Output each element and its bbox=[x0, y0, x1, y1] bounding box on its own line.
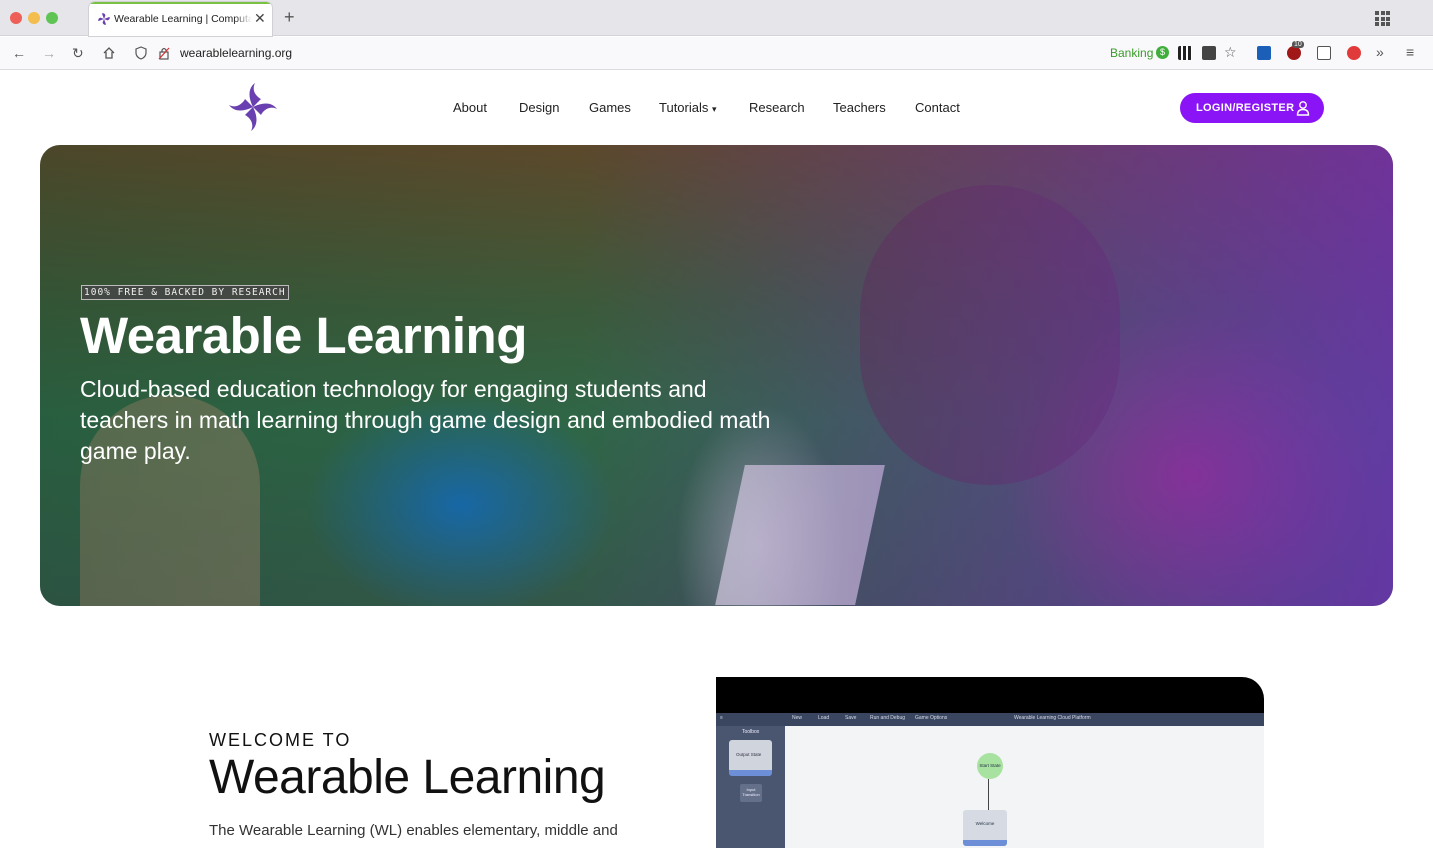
site-favicon-icon bbox=[98, 13, 110, 25]
welcome-kicker: WELCOME TO bbox=[209, 730, 352, 750]
tomato-extension-icon[interactable] bbox=[1347, 46, 1361, 60]
translate-extension-icon[interactable] bbox=[1202, 46, 1216, 60]
reader-extension-icon[interactable] bbox=[1317, 46, 1331, 60]
tab-close-icon[interactable]: ✕ bbox=[254, 10, 266, 27]
nav-tutorials-label: Tutorials bbox=[659, 100, 709, 115]
nav-about[interactable]: About bbox=[453, 100, 487, 115]
bookmark-star-icon[interactable]: ☆ bbox=[1224, 44, 1237, 60]
ublock-extension-icon[interactable] bbox=[1287, 46, 1301, 60]
apps-grid-icon[interactable] bbox=[1375, 11, 1390, 26]
window-zoom-button[interactable] bbox=[46, 12, 58, 24]
reload-icon[interactable]: ↻ bbox=[72, 45, 84, 61]
tab-accent-line bbox=[89, 2, 272, 4]
preview-input-transition-card: Input Transition bbox=[740, 784, 762, 802]
banking-label[interactable]: Banking bbox=[1110, 46, 1153, 60]
shield-icon[interactable] bbox=[135, 46, 147, 60]
browser-tab-active[interactable]: Wearable Learning | Computational Thinki… bbox=[89, 2, 272, 36]
preview-menu-options: Game Options bbox=[915, 715, 948, 721]
preview-menu-load: Load bbox=[818, 715, 830, 721]
hero-badge: 100% FREE & BACKED BY RESEARCH bbox=[81, 285, 289, 300]
forward-arrow-icon[interactable]: → bbox=[42, 45, 56, 61]
preview-menu-icon: ≡ bbox=[720, 715, 723, 721]
new-tab-icon[interactable]: + bbox=[284, 7, 295, 28]
nav-design[interactable]: Design bbox=[519, 100, 559, 115]
welcome-title: Wearable Learning bbox=[209, 751, 606, 804]
app-preview-screenshot: ≡ New Load Save Run and Debug Game Optio… bbox=[716, 677, 1264, 848]
extension-badge-count: 10 bbox=[1292, 41, 1304, 48]
welcome-body: The Wearable Learning (WL) enables eleme… bbox=[209, 822, 618, 839]
user-icon bbox=[1296, 101, 1310, 116]
insecure-lock-icon[interactable] bbox=[158, 46, 170, 60]
preview-canvas: Start State Welcome bbox=[785, 726, 1264, 848]
preview-connector bbox=[988, 779, 989, 810]
preview-toolbox: Toolbox Output State Input Transition bbox=[716, 726, 785, 848]
login-register-button[interactable]: LOGIN/REGISTER bbox=[1180, 93, 1324, 123]
preview-output-state-card: Output State bbox=[729, 740, 772, 776]
preview-app-title: Wearable Learning Cloud Platform bbox=[1014, 715, 1091, 721]
preview-start-node: Start State bbox=[977, 753, 1003, 779]
preview-welcome-node: Welcome bbox=[963, 810, 1007, 846]
nav-teachers[interactable]: Teachers bbox=[833, 100, 886, 115]
back-arrow-icon[interactable]: ← bbox=[12, 45, 26, 61]
home-icon[interactable] bbox=[102, 46, 116, 60]
nav-games[interactable]: Games bbox=[589, 100, 631, 115]
nav-research[interactable]: Research bbox=[749, 100, 805, 115]
pocket-extension-icon[interactable] bbox=[1257, 46, 1271, 60]
overflow-chevrons-icon[interactable]: » bbox=[1376, 44, 1384, 60]
banking-badge: $ bbox=[1156, 46, 1169, 59]
window-minimize-button[interactable] bbox=[28, 12, 40, 24]
hamburger-menu-icon[interactable]: ≡ bbox=[1406, 44, 1414, 60]
url-bar[interactable]: wearablelearning.org bbox=[180, 46, 292, 60]
site-logo[interactable] bbox=[226, 80, 280, 134]
window-close-button[interactable] bbox=[10, 12, 22, 24]
preview-menu-new: New bbox=[792, 715, 803, 721]
hero-title: Wearable Learning bbox=[80, 307, 527, 364]
browser-toolbar: ← → ↻ wearablelearning.org Banking $ ☆ 1… bbox=[0, 37, 1433, 70]
qr-extension-icon[interactable] bbox=[1178, 46, 1192, 60]
preview-toolbox-label: Toolbox bbox=[742, 729, 760, 735]
caret-down-icon: ▾ bbox=[712, 104, 717, 114]
preview-app-toolbar: ≡ New Load Save Run and Debug Game Optio… bbox=[716, 713, 1264, 726]
hero-subtitle: Cloud-based education technology for eng… bbox=[80, 376, 771, 464]
preview-menu-save: Save bbox=[845, 715, 857, 721]
login-register-label: LOGIN/REGISTER bbox=[1196, 102, 1295, 114]
tab-title: Wearable Learning | Computational Thinki… bbox=[114, 13, 252, 25]
nav-contact[interactable]: Contact bbox=[915, 100, 960, 115]
preview-output-state-label: Output State bbox=[736, 752, 762, 757]
nav-tutorials[interactable]: Tutorials ▾ bbox=[659, 100, 717, 115]
preview-menu-run: Run and Debug bbox=[870, 715, 906, 721]
browser-tab-bar: Wearable Learning | Computational Thinki… bbox=[0, 0, 1433, 36]
